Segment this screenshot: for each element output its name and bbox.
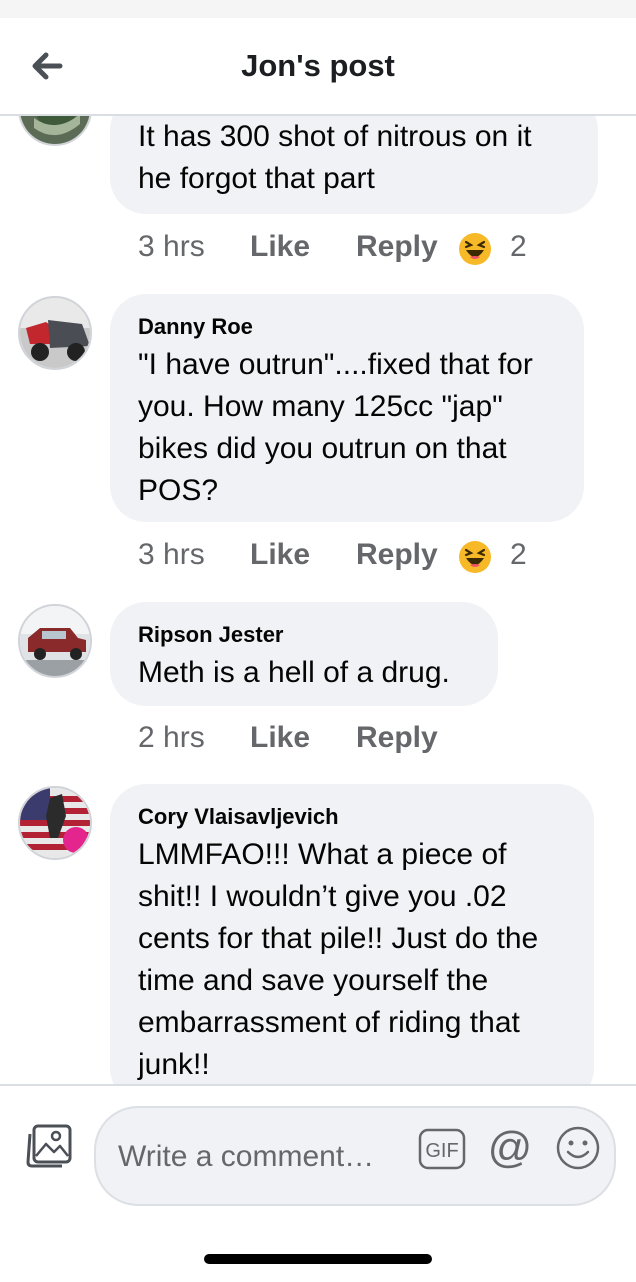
comment-time: 3 hrs bbox=[138, 230, 205, 263]
comment-text: "I have outrun"....fixed that for bbox=[138, 348, 533, 381]
comment-list: It has 300 shot of nitrous on it he forg… bbox=[0, 114, 636, 1084]
comment-author[interactable]: Ripson Jester bbox=[138, 620, 470, 650]
comment-composer: GIF @ bbox=[0, 1084, 636, 1282]
reaction-count: 2 bbox=[510, 230, 527, 263]
comment-text: cents for that pile!! Just do the bbox=[138, 922, 539, 955]
at-label: @ bbox=[488, 1124, 533, 1172]
avatar[interactable] bbox=[18, 114, 92, 146]
comment-text: he forgot that part bbox=[138, 162, 375, 195]
like-button[interactable]: Like bbox=[250, 230, 310, 264]
haha-emoji-icon[interactable] bbox=[458, 232, 492, 266]
reaction-count: 2 bbox=[510, 538, 527, 571]
haha-emoji-icon[interactable] bbox=[458, 540, 492, 574]
mention-button[interactable]: @ bbox=[486, 1123, 534, 1172]
page-title: Jon's post bbox=[241, 48, 395, 83]
gif-button[interactable]: GIF bbox=[418, 1128, 466, 1170]
comment-time: 2 hrs bbox=[138, 721, 205, 754]
comment-text: junk!! bbox=[138, 1048, 210, 1081]
photo-button[interactable] bbox=[24, 1122, 74, 1170]
comment-author[interactable]: Cory Vlaisavljevich bbox=[138, 802, 566, 832]
reply-button[interactable]: Reply bbox=[356, 230, 438, 264]
reply-button[interactable]: Reply bbox=[356, 721, 438, 755]
comment-bubble: It has 300 shot of nitrous on it he forg… bbox=[110, 114, 598, 214]
comment-text: POS? bbox=[138, 474, 219, 507]
header: Jon's post bbox=[0, 18, 636, 116]
comment-text: bikes did you outrun on that bbox=[138, 432, 507, 465]
like-button[interactable]: Like bbox=[250, 721, 310, 755]
comment-bubble: Danny Roe "I have outrun"....fixed that … bbox=[110, 294, 584, 522]
comment-text: It has 300 shot of nitrous on it bbox=[138, 120, 532, 153]
gif-label: GIF bbox=[425, 1140, 458, 1162]
smiley-icon bbox=[556, 1126, 600, 1170]
comment-text: Meth is a hell of a drug. bbox=[138, 656, 450, 689]
comment-text: embarrassment of riding that bbox=[138, 1006, 520, 1039]
home-indicator bbox=[204, 1254, 432, 1264]
comment-author[interactable]: Danny Roe bbox=[138, 312, 556, 342]
comment-bubble: Ripson Jester Meth is a hell of a drug. bbox=[110, 602, 498, 706]
avatar[interactable] bbox=[18, 604, 92, 678]
like-button[interactable]: Like bbox=[250, 538, 310, 572]
avatar[interactable] bbox=[18, 786, 92, 860]
comment-text: time and save yourself the bbox=[138, 964, 489, 997]
emoji-button[interactable] bbox=[554, 1124, 602, 1172]
comment-box: GIF @ bbox=[94, 1106, 616, 1206]
comment-input[interactable] bbox=[116, 1134, 410, 1180]
comment-text: LMMFAO!!! What a piece of bbox=[138, 838, 507, 871]
comment-bubble: Cory Vlaisavljevich LMMFAO!!! What a pie… bbox=[110, 784, 594, 1084]
status-bar bbox=[0, 0, 636, 18]
comment-text: you. How many 125cc "jap" bbox=[138, 390, 503, 423]
photo-icon bbox=[26, 1124, 72, 1168]
comment-time: 3 hrs bbox=[138, 538, 205, 571]
avatar[interactable] bbox=[18, 296, 92, 370]
reply-button[interactable]: Reply bbox=[356, 538, 438, 572]
comment-text: shit!! I wouldn’t give you .02 bbox=[138, 880, 507, 913]
